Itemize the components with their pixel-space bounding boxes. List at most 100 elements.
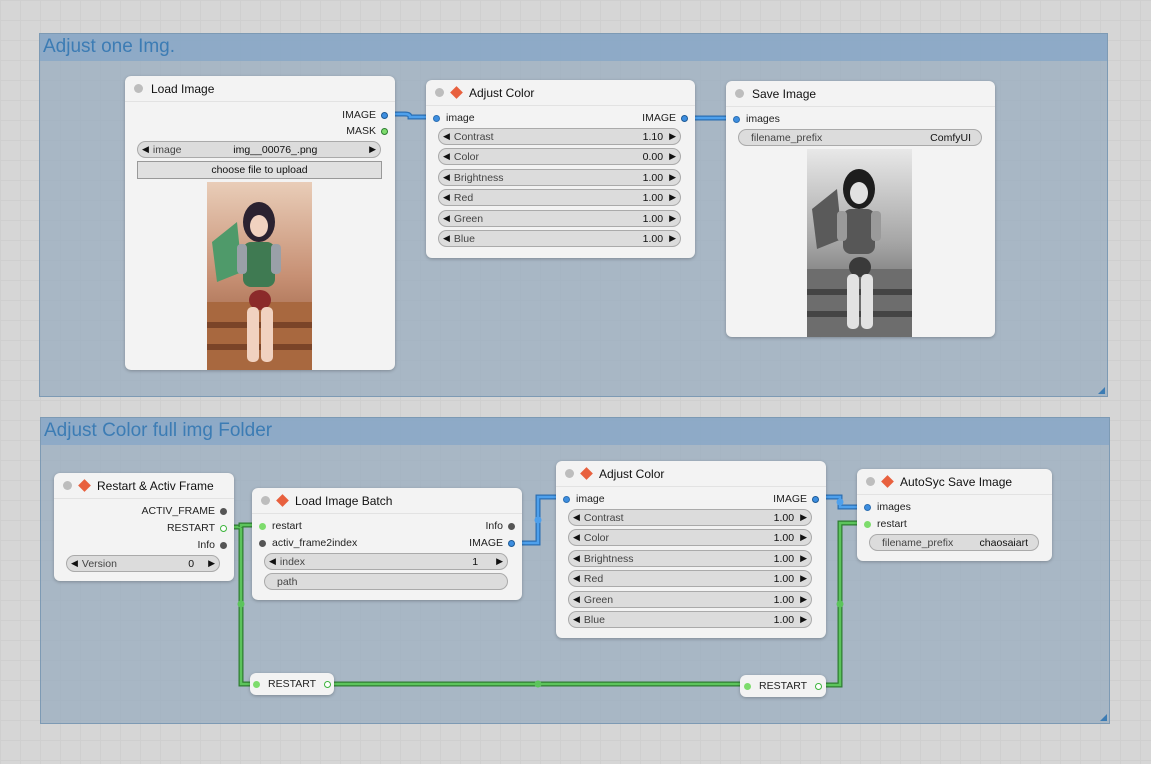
contrast-slider[interactable]: ◀ Contrast 1.10 ▶ — [438, 128, 681, 145]
output-dot-icon[interactable] — [508, 539, 515, 547]
reroute-restart-left[interactable]: RESTART — [250, 673, 334, 695]
input-dot-icon[interactable] — [563, 495, 570, 503]
color-slider[interactable]: ◀ Color 0.00 ▶ — [438, 148, 681, 165]
input-dot-icon[interactable] — [433, 114, 440, 122]
path-field[interactable]: path — [264, 573, 508, 590]
arrow-left-icon[interactable]: ◀ — [573, 532, 580, 543]
index-stepper[interactable]: ◀ index 1 ▶ — [264, 553, 508, 570]
input-activ-frame2index[interactable]: activ_frame2index — [259, 536, 357, 550]
arrow-right-icon[interactable]: ▶ — [800, 594, 807, 605]
arrow-right-icon[interactable]: ▶ — [800, 512, 807, 523]
input-images[interactable]: images — [733, 112, 780, 126]
node-header[interactable]: Adjust Color — [556, 461, 826, 487]
arrow-right-icon[interactable]: ▶ — [669, 172, 676, 183]
arrow-right-icon[interactable]: ▶ — [800, 532, 807, 543]
arrow-right-icon[interactable]: ▶ — [669, 192, 676, 203]
group-title[interactable]: Adjust one Img. — [40, 34, 1107, 61]
arrow-right-icon[interactable]: ▶ — [800, 614, 807, 625]
arrow-left-icon[interactable]: ◀ — [573, 594, 580, 605]
output-image[interactable]: IMAGE — [469, 536, 515, 550]
node-header[interactable]: Restart & Activ Frame — [54, 473, 234, 499]
arrow-right-icon[interactable]: ▶ — [208, 558, 215, 569]
output-info[interactable]: Info — [197, 538, 227, 552]
input-dot-icon[interactable] — [259, 539, 266, 547]
collapse-icon[interactable] — [435, 88, 444, 97]
arrow-right-icon[interactable]: ▶ — [669, 233, 676, 244]
arrow-right-icon[interactable]: ▶ — [669, 213, 676, 224]
arrow-left-icon[interactable]: ◀ — [573, 553, 580, 564]
arrow-left-icon[interactable]: ◀ — [443, 233, 450, 244]
arrow-left-icon[interactable]: ◀ — [443, 213, 450, 224]
blue-slider[interactable]: ◀ Blue 1.00 ▶ — [438, 230, 681, 247]
collapse-icon[interactable] — [735, 89, 744, 98]
output-info[interactable]: Info — [485, 519, 515, 533]
input-restart[interactable]: restart — [259, 519, 302, 533]
arrow-right-icon[interactable]: ▶ — [496, 556, 503, 567]
save-image-node[interactable]: Save Image images filename_prefix ComfyU… — [726, 81, 995, 337]
input-image[interactable]: image — [433, 111, 475, 125]
arrow-left-icon[interactable]: ◀ — [269, 556, 276, 567]
collapse-icon[interactable] — [866, 477, 875, 486]
green-slider[interactable]: ◀ Green 1.00 ▶ — [438, 210, 681, 227]
upload-button[interactable]: choose file to upload — [137, 161, 382, 179]
arrow-left-icon[interactable]: ◀ — [443, 172, 450, 183]
arrow-left-icon[interactable]: ◀ — [71, 558, 78, 569]
output-dot-icon[interactable] — [508, 522, 515, 530]
collapse-icon[interactable] — [63, 481, 72, 490]
node-header[interactable]: Adjust Color — [426, 80, 695, 106]
filename-prefix-field[interactable]: filename_prefix chaosaiart — [869, 534, 1039, 551]
arrow-right-icon[interactable]: ▶ — [800, 553, 807, 564]
adjust-color-node[interactable]: Adjust Color image IMAGE ◀ Contrast 1.10 ▶ … — [426, 80, 695, 258]
load-image-node[interactable]: Load Image IMAGE MASK ◀ image img__00076… — [125, 76, 395, 370]
input-dot-icon[interactable] — [259, 522, 266, 530]
output-dot-icon[interactable] — [220, 541, 227, 549]
arrow-left-icon[interactable]: ◀ — [573, 573, 580, 584]
arrow-right-icon[interactable]: ▶ — [669, 151, 676, 162]
collapse-icon[interactable] — [134, 84, 143, 93]
group-resize-handle[interactable] — [1100, 714, 1107, 721]
input-dot-icon[interactable] — [743, 682, 751, 690]
input-dot-icon[interactable] — [864, 520, 871, 528]
adjust-color-node-2[interactable]: Adjust Color image IMAGE ◀ Contrast 1.00 ▶ … — [556, 461, 826, 638]
collapse-icon[interactable] — [565, 469, 574, 478]
arrow-left-icon[interactable]: ◀ — [573, 512, 580, 523]
image-combo[interactable]: ◀ image img__00076_.png ▶ — [137, 141, 381, 158]
output-restart[interactable]: RESTART — [167, 521, 227, 535]
arrow-left-icon[interactable]: ◀ — [443, 151, 450, 162]
output-image[interactable]: IMAGE — [642, 111, 688, 125]
input-images[interactable]: images — [864, 500, 911, 514]
filename-prefix-field[interactable]: filename_prefix ComfyUI — [738, 129, 982, 146]
input-restart[interactable]: restart — [864, 517, 907, 531]
arrow-left-icon[interactable]: ◀ — [573, 614, 580, 625]
output-dot-icon[interactable] — [220, 507, 227, 515]
node-header[interactable]: Load Image Batch — [252, 488, 522, 514]
brightness-slider[interactable]: ◀ Brightness 1.00 ▶ — [438, 169, 681, 186]
input-dot-icon[interactable] — [864, 503, 871, 511]
arrow-left-icon[interactable]: ◀ — [142, 144, 149, 155]
output-dot-icon[interactable] — [324, 680, 332, 688]
restart-activ-frame-node[interactable]: Restart & Activ Frame ACTIV_FRAME RESTAR… — [54, 473, 234, 581]
output-image[interactable]: IMAGE — [773, 492, 819, 506]
output-dot-icon[interactable] — [812, 495, 819, 503]
output-image[interactable]: IMAGE — [342, 108, 388, 122]
input-dot-icon[interactable] — [733, 115, 740, 123]
input-dot-icon[interactable] — [252, 680, 260, 688]
contrast-slider[interactable]: ◀ Contrast 1.00 ▶ — [568, 509, 812, 526]
reroute-restart-right[interactable]: RESTART — [740, 675, 826, 697]
red-slider[interactable]: ◀ Red 1.00 ▶ — [438, 189, 681, 206]
output-mask[interactable]: MASK — [346, 124, 388, 138]
node-header[interactable]: AutoSyc Save Image — [857, 469, 1052, 495]
output-dot-icon[interactable] — [381, 127, 388, 135]
output-dot-icon[interactable] — [681, 114, 688, 122]
output-activ-frame[interactable]: ACTIV_FRAME — [141, 504, 227, 518]
output-dot-icon[interactable] — [220, 524, 227, 532]
arrow-right-icon[interactable]: ▶ — [800, 573, 807, 584]
output-dot-icon[interactable] — [815, 682, 823, 690]
node-header[interactable]: Load Image — [125, 76, 395, 102]
group-title[interactable]: Adjust Color full img Folder — [41, 418, 1109, 445]
red-slider[interactable]: ◀ Red 1.00 ▶ — [568, 570, 812, 587]
arrow-right-icon[interactable]: ▶ — [669, 131, 676, 142]
color-slider[interactable]: ◀ Color 1.00 ▶ — [568, 529, 812, 546]
green-slider[interactable]: ◀ Green 1.00 ▶ — [568, 591, 812, 608]
load-image-batch-node[interactable]: Load Image Batch restart activ_frame2ind… — [252, 488, 522, 600]
